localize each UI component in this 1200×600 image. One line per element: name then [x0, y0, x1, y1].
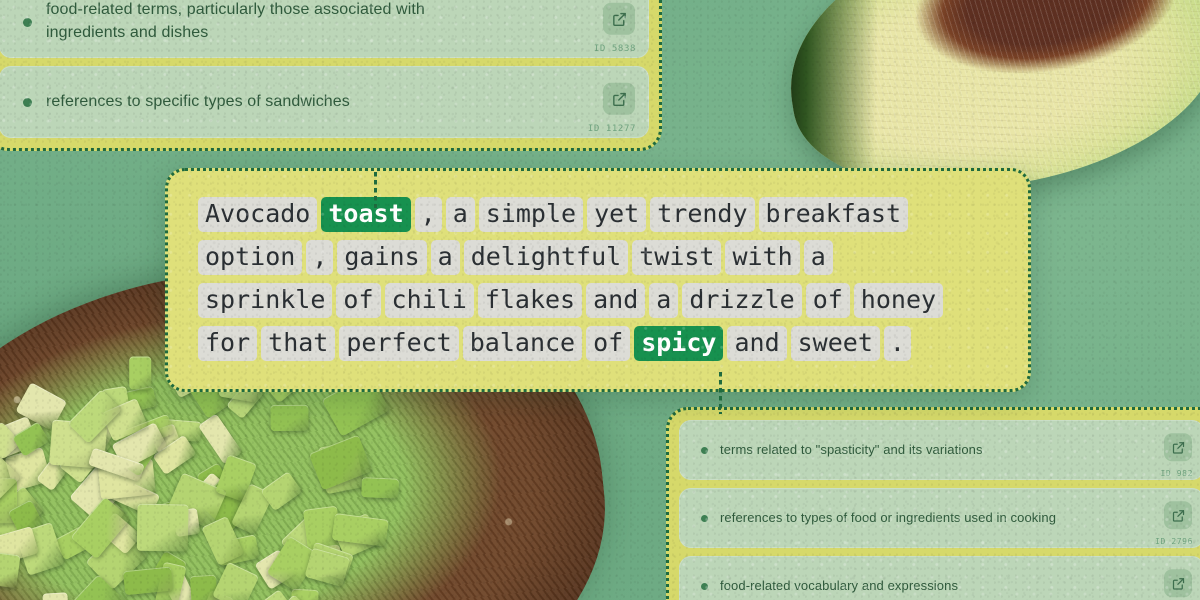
token-line: for that perfect balance of spicy and sweet. — [198, 326, 998, 361]
token-highlighted[interactable]: toast — [321, 197, 411, 232]
token[interactable]: sweet — [790, 326, 880, 361]
token[interactable]: option — [198, 240, 303, 275]
avocado-cube — [42, 592, 69, 600]
bullet-icon — [701, 446, 708, 454]
token[interactable]: a — [445, 197, 475, 232]
token[interactable]: a — [803, 240, 833, 275]
token-highlighted[interactable]: spicy — [634, 326, 724, 361]
token[interactable]: and — [727, 326, 787, 361]
top-left-suggestions-panel: food-related terms, particularly those a… — [0, 0, 662, 151]
token[interactable]: and — [586, 283, 646, 318]
token[interactable]: honey — [853, 283, 944, 318]
token[interactable]: a — [649, 283, 679, 318]
token[interactable]: , — [306, 240, 334, 275]
suggestion-card[interactable]: references to specific types of sandwich… — [0, 66, 649, 138]
token[interactable]: , — [414, 197, 442, 232]
bullet-icon — [701, 514, 708, 522]
bullet-icon — [23, 97, 32, 107]
token[interactable]: of — [805, 283, 850, 318]
external-link-icon[interactable] — [1164, 433, 1192, 462]
token-line: sprinkle of chili flakes and a drizzle of honey — [198, 283, 998, 318]
token[interactable]: of — [336, 283, 381, 318]
bullet-icon — [701, 582, 708, 590]
suggestion-card[interactable]: food-related vocabulary and expressionsI… — [679, 556, 1200, 600]
suggestion-id-label: ID 982 — [1160, 469, 1193, 478]
connector-spicy — [719, 372, 722, 414]
suggestion-text: food-related terms, particularly those a… — [46, 1, 425, 41]
token[interactable]: gains — [337, 240, 427, 275]
bottom-right-suggestions-panel: terms related to "spasticity" and its va… — [666, 407, 1200, 600]
token[interactable]: flakes — [477, 283, 583, 318]
suggestion-id-label: ID 11277 — [587, 124, 636, 134]
avocado-cube — [129, 356, 152, 390]
token[interactable]: with — [725, 240, 800, 275]
token[interactable]: perfect — [339, 326, 459, 361]
avocado-cube — [137, 504, 189, 552]
token[interactable]: trendy — [650, 197, 755, 232]
bullet-icon — [23, 17, 32, 27]
suggestion-id-label: ID 2796 — [1155, 537, 1193, 546]
avocado-cube — [212, 561, 260, 600]
suggestion-card[interactable]: food-related terms, particularly those a… — [0, 0, 649, 58]
token[interactable]: that — [261, 326, 336, 361]
token[interactable]: Avocado — [198, 197, 318, 232]
avocado-cube — [269, 404, 308, 431]
token-line: option, gains a delightful twist with a — [198, 240, 998, 275]
token[interactable]: twist — [632, 240, 722, 275]
suggestion-text: references to types of food or ingredien… — [720, 509, 1057, 525]
token[interactable]: drizzle — [682, 283, 802, 318]
token-line: Avocado toast, a simple yet trendy breakfast — [198, 197, 998, 232]
suggestion-card[interactable]: references to types of food or ingredien… — [679, 488, 1200, 548]
external-link-icon[interactable] — [603, 2, 635, 35]
token-lines: Avocado toast, a simple yet trendy breakfast op… — [198, 197, 998, 361]
external-link-icon[interactable] — [1164, 501, 1192, 530]
avocado-cube — [0, 552, 21, 589]
token[interactable]: of — [586, 326, 631, 361]
avocado-cube — [361, 477, 400, 500]
token[interactable]: for — [198, 326, 258, 361]
token[interactable]: balance — [462, 326, 583, 361]
connector-toast — [374, 172, 377, 208]
token-text-card: Avocado toast, a simple yet trendy breakfast op… — [165, 168, 1031, 392]
token[interactable]: yet — [587, 197, 647, 232]
token[interactable]: simple — [478, 197, 584, 232]
token[interactable]: delightful — [463, 240, 629, 275]
token[interactable]: chili — [384, 283, 474, 318]
external-link-icon[interactable] — [603, 82, 635, 115]
suggestion-id-label: ID 5838 — [593, 44, 636, 54]
token[interactable]: breakfast — [758, 197, 908, 232]
token[interactable]: a — [430, 240, 460, 275]
token[interactable]: . — [883, 326, 911, 361]
external-link-icon[interactable] — [1164, 569, 1192, 598]
token[interactable]: sprinkle — [198, 283, 333, 318]
suggestion-card[interactable]: terms related to "spasticity" and its va… — [679, 420, 1200, 480]
suggestion-text: references to specific types of sandwich… — [46, 92, 350, 110]
suggestion-text: food-related vocabulary and expressions — [720, 577, 959, 593]
suggestion-text: terms related to "spasticity" and its va… — [720, 441, 983, 457]
